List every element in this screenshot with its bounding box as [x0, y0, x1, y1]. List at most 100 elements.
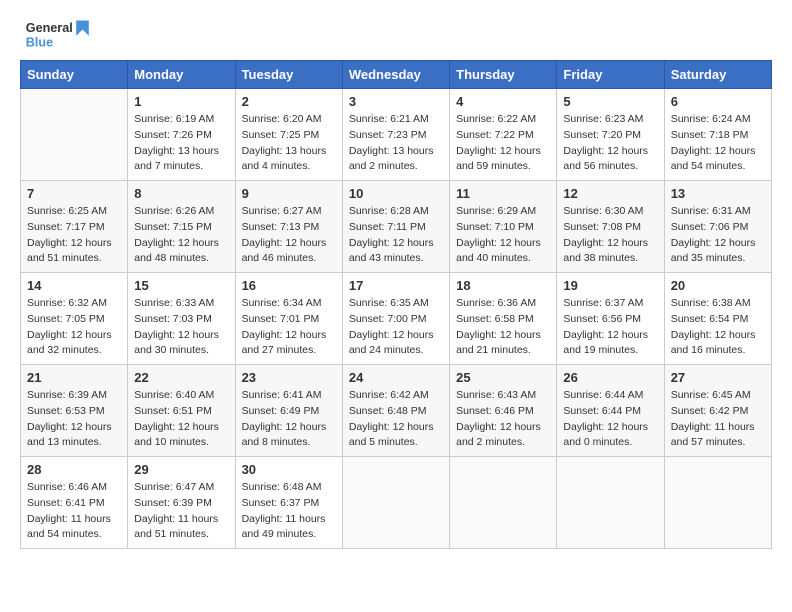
day-info: Sunrise: 6:25 AM Sunset: 7:17 PM Dayligh… [27, 204, 121, 267]
week-row-1: 1 Sunrise: 6:19 AM Sunset: 7:26 PM Daylig… [21, 89, 772, 181]
calendar-cell: 5 Sunrise: 6:23 AM Sunset: 7:20 PM Daylig… [557, 89, 664, 181]
day-number: 4 [456, 94, 550, 109]
day-number: 12 [563, 186, 657, 201]
header-thursday: Thursday [450, 61, 557, 89]
day-info: Sunrise: 6:28 AM Sunset: 7:11 PM Dayligh… [349, 204, 443, 267]
day-number: 5 [563, 94, 657, 109]
day-info: Sunrise: 6:45 AM Sunset: 6:42 PM Dayligh… [671, 388, 765, 451]
day-number: 1 [134, 94, 228, 109]
header-wednesday: Wednesday [342, 61, 449, 89]
days-header-row: SundayMondayTuesdayWednesdayThursdayFrid… [21, 61, 772, 89]
day-info: Sunrise: 6:33 AM Sunset: 7:03 PM Dayligh… [134, 296, 228, 359]
day-info: Sunrise: 6:29 AM Sunset: 7:10 PM Dayligh… [456, 204, 550, 267]
day-number: 13 [671, 186, 765, 201]
day-info: Sunrise: 6:19 AM Sunset: 7:26 PM Dayligh… [134, 112, 228, 175]
day-info: Sunrise: 6:48 AM Sunset: 6:37 PM Dayligh… [242, 480, 336, 543]
day-number: 15 [134, 278, 228, 293]
day-number: 14 [27, 278, 121, 293]
day-info: Sunrise: 6:39 AM Sunset: 6:53 PM Dayligh… [27, 388, 121, 451]
day-info: Sunrise: 6:37 AM Sunset: 6:56 PM Dayligh… [563, 296, 657, 359]
day-number: 18 [456, 278, 550, 293]
day-number: 17 [349, 278, 443, 293]
day-info: Sunrise: 6:32 AM Sunset: 7:05 PM Dayligh… [27, 296, 121, 359]
day-number: 11 [456, 186, 550, 201]
calendar-cell: 30 Sunrise: 6:48 AM Sunset: 6:37 PM Dayli… [235, 457, 342, 549]
svg-text:General: General [26, 21, 73, 35]
day-number: 7 [27, 186, 121, 201]
calendar-cell: 23 Sunrise: 6:41 AM Sunset: 6:49 PM Dayli… [235, 365, 342, 457]
day-info: Sunrise: 6:23 AM Sunset: 7:20 PM Dayligh… [563, 112, 657, 175]
day-number: 25 [456, 370, 550, 385]
calendar-cell: 24 Sunrise: 6:42 AM Sunset: 6:48 PM Dayli… [342, 365, 449, 457]
day-info: Sunrise: 6:26 AM Sunset: 7:15 PM Dayligh… [134, 204, 228, 267]
calendar-cell: 11 Sunrise: 6:29 AM Sunset: 7:10 PM Dayli… [450, 181, 557, 273]
calendar-cell: 19 Sunrise: 6:37 AM Sunset: 6:56 PM Dayli… [557, 273, 664, 365]
header-friday: Friday [557, 61, 664, 89]
logo: GeneralBlue [20, 16, 100, 52]
day-number: 28 [27, 462, 121, 477]
header-tuesday: Tuesday [235, 61, 342, 89]
calendar-cell: 3Sunrise: 6:21 AM Sunset: 7:23 PM Daylig… [342, 89, 449, 181]
day-number: 10 [349, 186, 443, 201]
calendar-cell: 29 Sunrise: 6:47 AM Sunset: 6:39 PM Dayli… [128, 457, 235, 549]
day-number: 16 [242, 278, 336, 293]
day-info: Sunrise: 6:43 AM Sunset: 6:46 PM Dayligh… [456, 388, 550, 451]
day-number: 24 [349, 370, 443, 385]
day-info: Sunrise: 6:47 AM Sunset: 6:39 PM Dayligh… [134, 480, 228, 543]
day-info: Sunrise: 6:34 AM Sunset: 7:01 PM Dayligh… [242, 296, 336, 359]
calendar-cell: 2 Sunrise: 6:20 AM Sunset: 7:25 PM Daylig… [235, 89, 342, 181]
day-number: 19 [563, 278, 657, 293]
calendar-cell: 26Sunrise: 6:44 AM Sunset: 6:44 PM Dayli… [557, 365, 664, 457]
calendar-cell: 12Sunrise: 6:30 AM Sunset: 7:08 PM Dayli… [557, 181, 664, 273]
calendar-cell: 27 Sunrise: 6:45 AM Sunset: 6:42 PM Dayli… [664, 365, 771, 457]
calendar-cell: 4 Sunrise: 6:22 AM Sunset: 7:22 PM Daylig… [450, 89, 557, 181]
day-info: Sunrise: 6:40 AM Sunset: 6:51 PM Dayligh… [134, 388, 228, 451]
calendar-cell [557, 457, 664, 549]
calendar-cell: 9Sunrise: 6:27 AM Sunset: 7:13 PM Daylig… [235, 181, 342, 273]
day-number: 29 [134, 462, 228, 477]
calendar-cell: 13 Sunrise: 6:31 AM Sunset: 7:06 PM Dayli… [664, 181, 771, 273]
calendar-cell: 28 Sunrise: 6:46 AM Sunset: 6:41 PM Dayli… [21, 457, 128, 549]
day-info: Sunrise: 6:46 AM Sunset: 6:41 PM Dayligh… [27, 480, 121, 543]
day-number: 26 [563, 370, 657, 385]
day-number: 21 [27, 370, 121, 385]
week-row-4: 21 Sunrise: 6:39 AM Sunset: 6:53 PM Dayli… [21, 365, 772, 457]
calendar-cell: 22Sunrise: 6:40 AM Sunset: 6:51 PM Dayli… [128, 365, 235, 457]
day-info: Sunrise: 6:20 AM Sunset: 7:25 PM Dayligh… [242, 112, 336, 175]
calendar-cell: 8 Sunrise: 6:26 AM Sunset: 7:15 PM Daylig… [128, 181, 235, 273]
day-number: 30 [242, 462, 336, 477]
calendar-cell: 6 Sunrise: 6:24 AM Sunset: 7:18 PM Daylig… [664, 89, 771, 181]
week-row-5: 28 Sunrise: 6:46 AM Sunset: 6:41 PM Dayli… [21, 457, 772, 549]
calendar-cell [450, 457, 557, 549]
day-info: Sunrise: 6:41 AM Sunset: 6:49 PM Dayligh… [242, 388, 336, 451]
calendar-cell [342, 457, 449, 549]
calendar-cell: 25 Sunrise: 6:43 AM Sunset: 6:46 PM Dayli… [450, 365, 557, 457]
calendar-cell: 16 Sunrise: 6:34 AM Sunset: 7:01 PM Dayli… [235, 273, 342, 365]
day-info: Sunrise: 6:38 AM Sunset: 6:54 PM Dayligh… [671, 296, 765, 359]
day-info: Sunrise: 6:42 AM Sunset: 6:48 PM Dayligh… [349, 388, 443, 451]
day-number: 2 [242, 94, 336, 109]
calendar-cell: 15 Sunrise: 6:33 AM Sunset: 7:03 PM Dayli… [128, 273, 235, 365]
day-number: 20 [671, 278, 765, 293]
day-number: 8 [134, 186, 228, 201]
week-row-3: 14 Sunrise: 6:32 AM Sunset: 7:05 PM Dayli… [21, 273, 772, 365]
calendar-cell: 10 Sunrise: 6:28 AM Sunset: 7:11 PM Dayli… [342, 181, 449, 273]
calendar-cell: 20 Sunrise: 6:38 AM Sunset: 6:54 PM Dayli… [664, 273, 771, 365]
header-monday: Monday [128, 61, 235, 89]
header-saturday: Saturday [664, 61, 771, 89]
day-info: Sunrise: 6:24 AM Sunset: 7:18 PM Dayligh… [671, 112, 765, 175]
day-number: 6 [671, 94, 765, 109]
header-sunday: Sunday [21, 61, 128, 89]
calendar-cell: 18 Sunrise: 6:36 AM Sunset: 6:58 PM Dayli… [450, 273, 557, 365]
day-info: Sunrise: 6:35 AM Sunset: 7:00 PM Dayligh… [349, 296, 443, 359]
calendar-cell: 14 Sunrise: 6:32 AM Sunset: 7:05 PM Dayli… [21, 273, 128, 365]
calendar-cell: 1 Sunrise: 6:19 AM Sunset: 7:26 PM Daylig… [128, 89, 235, 181]
day-number: 27 [671, 370, 765, 385]
day-info: Sunrise: 6:36 AM Sunset: 6:58 PM Dayligh… [456, 296, 550, 359]
calendar-cell: 17 Sunrise: 6:35 AM Sunset: 7:00 PM Dayli… [342, 273, 449, 365]
calendar-cell [664, 457, 771, 549]
day-info: Sunrise: 6:22 AM Sunset: 7:22 PM Dayligh… [456, 112, 550, 175]
calendar-cell: 7 Sunrise: 6:25 AM Sunset: 7:17 PM Daylig… [21, 181, 128, 273]
day-info: Sunrise: 6:31 AM Sunset: 7:06 PM Dayligh… [671, 204, 765, 267]
day-number: 23 [242, 370, 336, 385]
